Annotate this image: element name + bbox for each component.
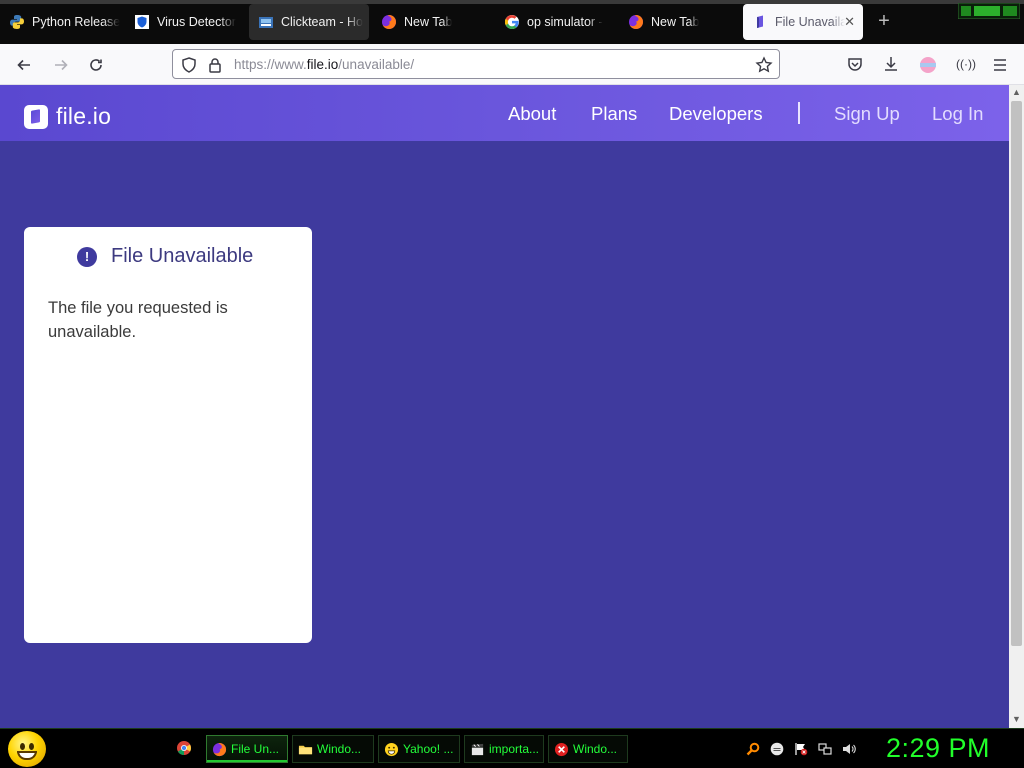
pocket-icon[interactable] bbox=[846, 56, 864, 74]
reload-icon bbox=[90, 59, 102, 71]
exclamation-circle-icon: ! bbox=[77, 246, 97, 267]
window-controls-meter-icon[interactable] bbox=[958, 3, 1020, 19]
error-icon bbox=[554, 742, 569, 756]
site-brand-name: file.io bbox=[56, 103, 112, 129]
nav-divider bbox=[798, 102, 800, 124]
taskbar-button-label: Windo... bbox=[317, 742, 362, 756]
url-text: https://www.file.io/unavailable/ bbox=[234, 57, 414, 72]
scroll-up-arrow-icon[interactable]: ▲ bbox=[1011, 87, 1022, 99]
clickteam-icon bbox=[259, 17, 273, 28]
tab-clickteam[interactable]: Clickteam - Ho bbox=[249, 4, 369, 40]
taskbar-button-label: File Un... bbox=[231, 742, 280, 756]
python-icon bbox=[10, 15, 24, 29]
extension-icon[interactable]: ((·)) bbox=[956, 57, 976, 71]
firefox-icon bbox=[212, 742, 227, 756]
tab-label: New Tab bbox=[404, 15, 453, 29]
search-icon[interactable] bbox=[746, 742, 760, 756]
reload-button[interactable] bbox=[83, 52, 109, 78]
scroll-down-arrow-icon[interactable]: ▼ bbox=[1011, 714, 1022, 726]
nav-signup-link[interactable]: Sign Up bbox=[834, 103, 900, 125]
taskbar-button-important[interactable]: importa... bbox=[464, 735, 544, 763]
os-taskbar: File Un... Windo... Yahoo! ... importa..… bbox=[0, 728, 1024, 768]
account-avatar-icon[interactable] bbox=[918, 55, 938, 75]
tab-label: File Unavaila bbox=[775, 15, 845, 29]
card-title: File Unavailable bbox=[111, 245, 254, 267]
tab-label: New Tab bbox=[651, 15, 700, 29]
nav-developers-link[interactable]: Developers bbox=[669, 103, 763, 125]
nav-about-link[interactable]: About bbox=[508, 103, 556, 125]
clapperboard-icon bbox=[471, 743, 484, 755]
taskbar-button-windows-explorer[interactable]: Windo... bbox=[292, 735, 374, 763]
firefox-icon bbox=[382, 15, 396, 29]
nav-login-link[interactable]: Log In bbox=[932, 103, 983, 125]
tab-label: op simulator - bbox=[527, 15, 603, 29]
folder-icon bbox=[298, 745, 313, 754]
forward-button[interactable] bbox=[48, 52, 74, 78]
start-button[interactable] bbox=[8, 731, 46, 767]
tab-new-tab-1[interactable]: New Tab bbox=[372, 4, 494, 40]
url-domain: file.io bbox=[306, 57, 339, 72]
tab-python-release[interactable]: Python Release bbox=[0, 4, 124, 40]
tab-label: Clickteam - Ho bbox=[281, 15, 363, 29]
google-icon bbox=[504, 15, 519, 30]
back-button[interactable] bbox=[11, 52, 37, 78]
browser-tab-strip: Python Release Virus Detector Clickteam … bbox=[0, 0, 1024, 44]
taskbar-button-yahoo[interactable]: Yahoo! ... bbox=[378, 735, 460, 763]
taskbar-button-file-unavailable[interactable]: File Un... bbox=[206, 735, 288, 763]
taskbar-button-label: Windo... bbox=[573, 742, 618, 756]
arrow-right-icon bbox=[55, 59, 68, 71]
smiley-eye bbox=[29, 743, 34, 750]
url-prefix: https://www. bbox=[234, 57, 307, 72]
card-message: The file you requested is unavailable. bbox=[48, 299, 228, 341]
web-page: file.io About Plans Developers Sign Up L… bbox=[0, 85, 1009, 728]
tab-new-tab-2[interactable]: New Tab bbox=[619, 4, 741, 40]
tab-virus-detector[interactable]: Virus Detector bbox=[125, 4, 248, 40]
volume-icon[interactable] bbox=[842, 742, 856, 756]
bookmark-star-icon[interactable] bbox=[755, 56, 773, 74]
shield-icon bbox=[135, 15, 149, 29]
fileio-logo-icon bbox=[24, 104, 48, 129]
tab-label: Virus Detector bbox=[157, 15, 236, 29]
card-title-row: ! File Unavailable bbox=[77, 245, 253, 268]
tab-file-unavailable[interactable]: File Unavaila ✕ bbox=[743, 4, 863, 40]
taskbar-button-windows-error[interactable]: Windo... bbox=[548, 735, 628, 763]
action-center-flag-icon[interactable] bbox=[794, 742, 808, 756]
download-icon[interactable] bbox=[882, 55, 900, 73]
smiley-icon bbox=[384, 742, 399, 756]
address-bar[interactable]: https://www.file.io/unavailable/ bbox=[172, 49, 780, 79]
page-scrollbar[interactable]: ▲ ▼ bbox=[1009, 85, 1024, 728]
file-unavailable-card: ! File Unavailable The file you requeste… bbox=[24, 227, 312, 643]
network-icon[interactable] bbox=[818, 742, 832, 756]
taskbar-button-label: Yahoo! ... bbox=[403, 742, 454, 756]
close-tab-icon[interactable]: ✕ bbox=[844, 14, 855, 30]
tracking-shield-icon[interactable] bbox=[180, 56, 198, 74]
tab-label: Python Release bbox=[32, 15, 121, 29]
arrow-left-icon bbox=[17, 59, 30, 71]
site-header: file.io About Plans Developers Sign Up L… bbox=[0, 85, 1009, 141]
browser-navigation-bar: https://www.file.io/unavailable/ ((·)) bbox=[0, 44, 1024, 85]
menu-hamburger-icon[interactable] bbox=[991, 56, 1009, 74]
site-logo[interactable]: file.io bbox=[24, 103, 111, 130]
new-tab-button[interactable]: + bbox=[873, 10, 895, 34]
messenger-tray-icon[interactable] bbox=[770, 742, 784, 756]
scrollbar-thumb[interactable] bbox=[1011, 101, 1022, 646]
taskbar-button-label: importa... bbox=[489, 742, 540, 756]
smiley-eye bbox=[20, 743, 25, 750]
chrome-icon[interactable] bbox=[176, 740, 192, 756]
tab-op-simulator[interactable]: op simulator - bbox=[495, 4, 617, 40]
taskbar-clock[interactable]: 2:29 PM bbox=[886, 733, 990, 764]
fileio-icon bbox=[757, 15, 763, 28]
smiley-mouth bbox=[17, 751, 37, 760]
firefox-icon bbox=[629, 15, 643, 29]
url-path: /unavailable/ bbox=[338, 57, 415, 72]
nav-plans-link[interactable]: Plans bbox=[591, 103, 637, 125]
lock-icon[interactable] bbox=[206, 56, 224, 74]
